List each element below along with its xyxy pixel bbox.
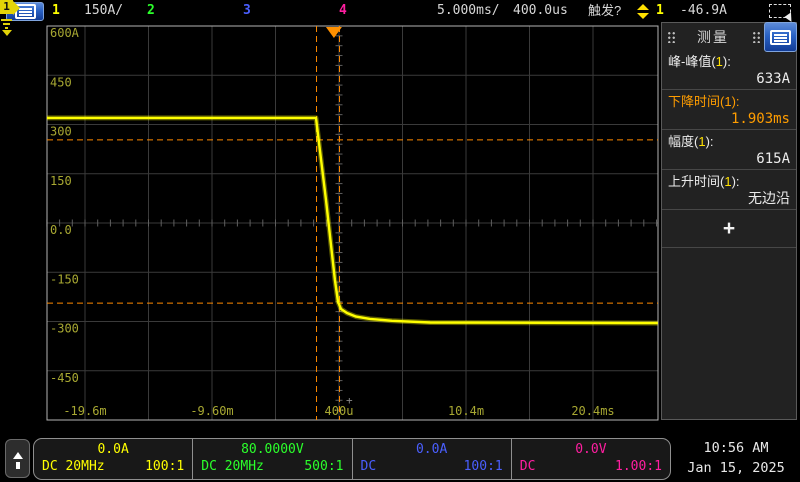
measurement-value: 1.903ms [668, 110, 790, 128]
measurement-value: 633A [668, 70, 790, 88]
svg-text:-300: -300 [50, 322, 79, 336]
svg-text:150: 150 [50, 174, 72, 188]
channel-coupling: DC 20MHz [201, 458, 264, 475]
waveform-glow [47, 118, 658, 323]
measurement-label: 下降时间(1): [668, 93, 790, 110]
svg-text:450: 450 [50, 75, 72, 89]
measurement-row-rise-time[interactable]: 上升时间(1): 无边沿 [662, 170, 796, 210]
channel-status-group: 0.0A DC 20MHz 100:1 80.0000V DC 20MHz 500:… [33, 438, 671, 480]
bottom-channel-bar: 0.0A DC 20MHz 100:1 80.0000V DC 20MHz 500:… [0, 436, 800, 482]
waveform-trace-channel-1 [47, 118, 658, 323]
svg-text:20.4ms: 20.4ms [571, 404, 614, 418]
channel-value: 0.0V [520, 441, 662, 458]
add-measurement-button[interactable]: + [662, 210, 796, 248]
channel-coupling: DC 20MHz [42, 458, 105, 475]
measurement-label: 幅度(1): [668, 133, 790, 150]
channel-value: 0.0A [42, 441, 184, 458]
svg-text:600A: 600A [50, 26, 80, 40]
menu-list-icon [770, 30, 791, 45]
svg-text:-9.60m: -9.60m [190, 404, 233, 418]
down-arrow-icon [2, 30, 12, 36]
measurement-value: 615A [668, 150, 790, 168]
channel-value: 0.0A [361, 441, 503, 458]
up-arrow-icon [13, 452, 23, 459]
panel-menu-button[interactable] [764, 22, 797, 52]
svg-text:300: 300 [50, 125, 72, 139]
open-menu-up-button[interactable] [5, 439, 30, 478]
panel-title: 测量 [679, 27, 747, 47]
measurement-label: 上升时间(1): [668, 173, 790, 190]
channel-3-status[interactable]: 0.0A DC 100:1 [352, 439, 511, 479]
channel-probe-ratio: 100:1 [145, 458, 184, 475]
measurement-panel-header[interactable]: 测量 [662, 23, 796, 50]
channel-2-status[interactable]: 80.0000V DC 20MHz 500:1 [192, 439, 351, 479]
channel-coupling: DC [520, 458, 536, 475]
channel-value: 80.0000V [201, 441, 343, 458]
grid-lines [47, 26, 658, 420]
channel-probe-ratio: 100:1 [464, 458, 503, 475]
drag-handle-icon[interactable] [751, 30, 760, 43]
svg-text:10.4m: 10.4m [448, 404, 484, 418]
svg-text:0.0: 0.0 [50, 223, 72, 237]
time-ref-marker: + [346, 394, 353, 407]
measurement-row-fall-time[interactable]: 下降时间(1): 1.903ms [662, 90, 796, 130]
channel-1-status[interactable]: 0.0A DC 20MHz 100:1 [34, 439, 192, 479]
channel-probe-ratio: 1.00:1 [615, 458, 662, 475]
channel-1-ground-marker[interactable]: 1 [0, 0, 20, 36]
ground-symbol-icon [1, 19, 12, 21]
measurement-value: 无边沿 [668, 190, 790, 208]
date-readout: Jan 15, 2025 [676, 458, 796, 478]
svg-text:-150: -150 [50, 272, 79, 286]
measurement-row-peak-peak[interactable]: 峰-峰值(1): 633A [662, 50, 796, 90]
channel-4-status[interactable]: 0.0V DC 1.00:1 [511, 439, 670, 479]
measurement-row-amplitude[interactable]: 幅度(1): 615A [662, 130, 796, 170]
channel-coupling: DC [361, 458, 377, 475]
y-axis-labels: 600A 450 300 150 0.0 -150 -300 -450 [50, 26, 80, 385]
measurement-panel: 测量 峰-峰值(1): 633A 下降时间(1): 1.903ms 幅度(1):… [661, 22, 797, 420]
channel-probe-ratio: 500:1 [304, 458, 343, 475]
svg-text:-19.6m: -19.6m [63, 404, 106, 418]
svg-text:-450: -450 [50, 371, 79, 385]
channel-1-marker-label: 1 [0, 0, 13, 14]
drag-handle-icon[interactable] [666, 30, 675, 43]
right-arrow-icon [13, 1, 20, 15]
time-readout: 10:56 AM [676, 438, 796, 458]
measurement-label: 峰-峰值(1): [668, 53, 790, 70]
clock: 10:56 AM Jan 15, 2025 [676, 438, 796, 478]
x-axis-labels: -19.6m-9.60m400u10.4m20.4ms [63, 404, 614, 418]
